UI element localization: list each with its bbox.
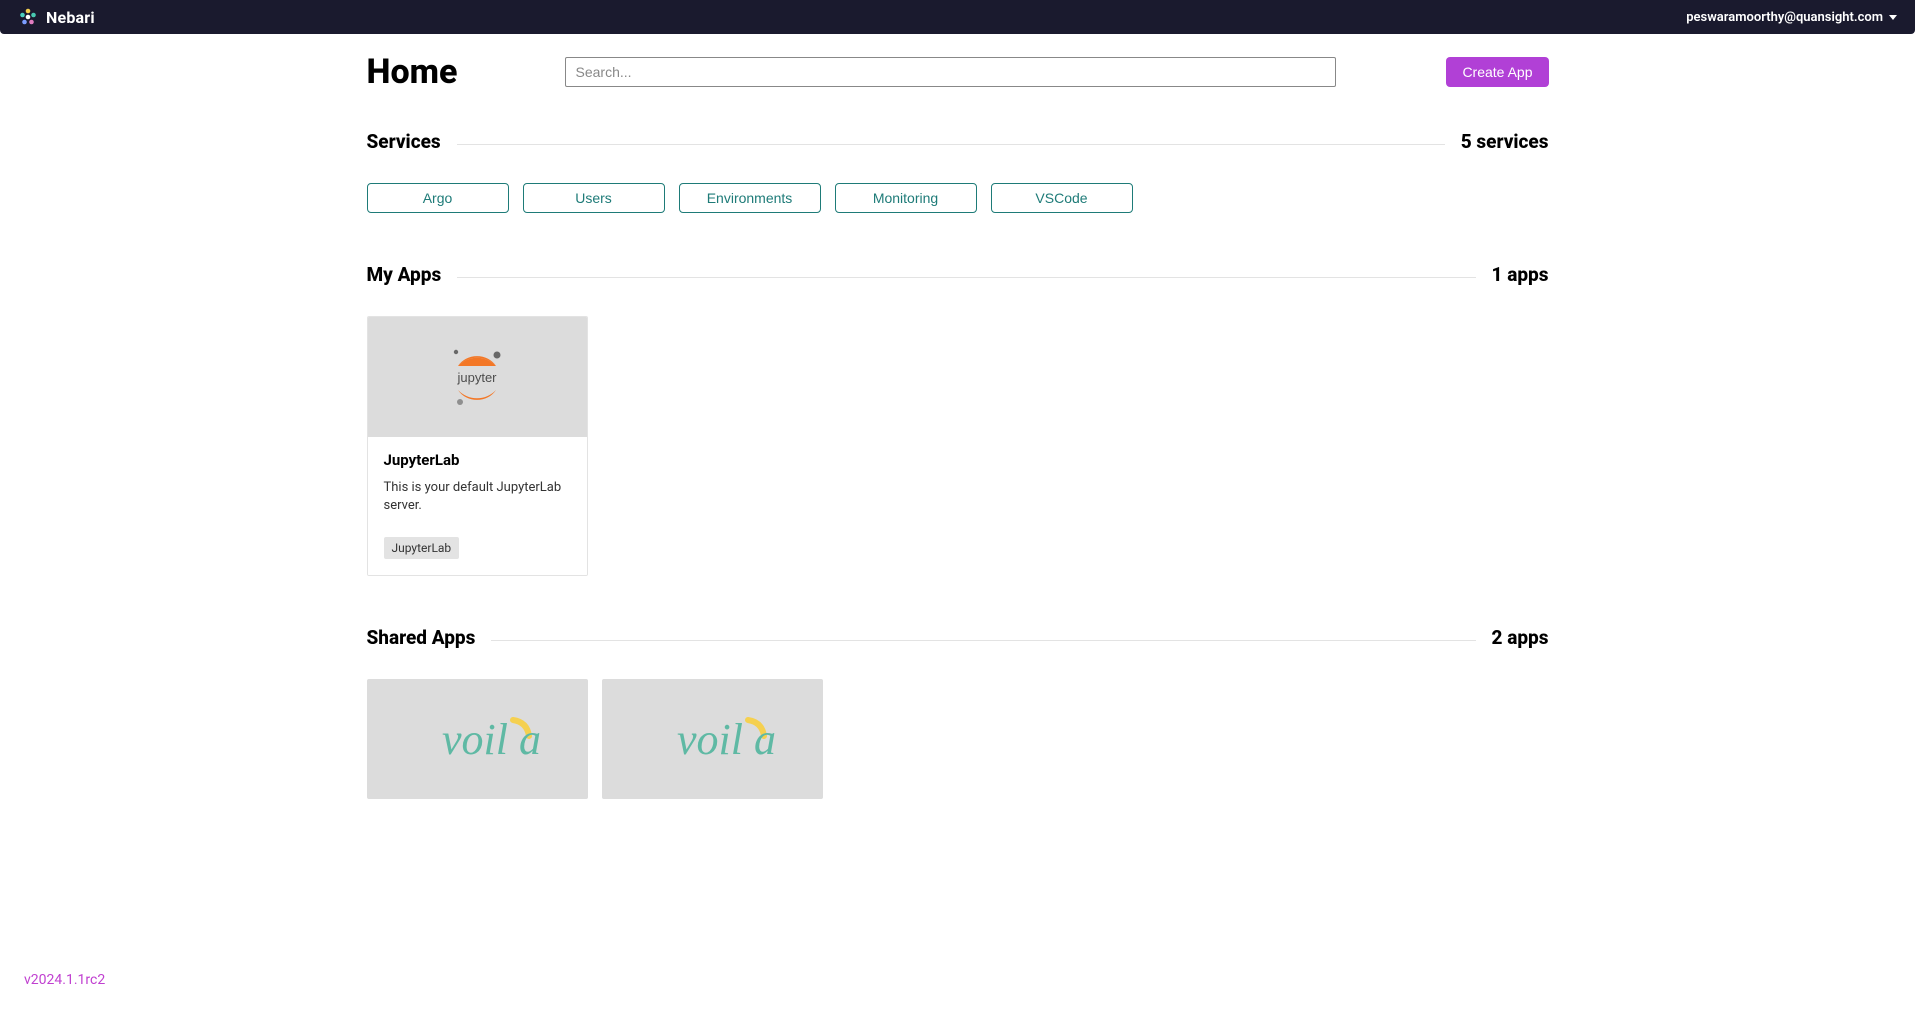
page-title: Home xyxy=(367,52,565,92)
svg-text:a: a xyxy=(754,715,776,764)
service-monitoring[interactable]: Monitoring xyxy=(835,183,977,213)
header-row: Home Create App xyxy=(367,52,1549,92)
nebari-logo-icon xyxy=(18,7,38,27)
service-users[interactable]: Users xyxy=(523,183,665,213)
app-card-body: JupyterLab This is your default JupyterL… xyxy=(368,437,587,575)
app-card-jupyterlab[interactable]: jupyter JupyterLab This is your default … xyxy=(367,316,588,576)
shared-apps-count: 2 apps xyxy=(1492,626,1549,649)
caret-down-icon xyxy=(1889,15,1897,20)
services-header: Services 5 services xyxy=(367,130,1549,153)
app-card-image: jupyter xyxy=(368,317,587,437)
search-box xyxy=(565,57,1337,87)
create-app-button[interactable]: Create App xyxy=(1446,57,1548,87)
divider xyxy=(457,144,1445,145)
svg-text:voil: voil xyxy=(442,715,508,764)
main-container: Home Create App Services 5 services Argo… xyxy=(367,34,1549,799)
voila-icon: voil a xyxy=(397,704,557,774)
service-vscode[interactable]: VSCode xyxy=(991,183,1133,213)
service-argo[interactable]: Argo xyxy=(367,183,509,213)
my-apps-header: My Apps 1 apps xyxy=(367,263,1549,286)
voila-icon: voil a xyxy=(632,704,792,774)
shared-app-card-1[interactable]: voil a xyxy=(602,679,823,799)
app-card-description: This is your default JupyterLab server. xyxy=(384,479,571,515)
my-apps-cards: jupyter JupyterLab This is your default … xyxy=(367,316,1549,576)
svg-text:jupyter: jupyter xyxy=(456,370,497,385)
jupyter-icon: jupyter xyxy=(444,344,510,410)
shared-app-card-0[interactable]: voil a xyxy=(367,679,588,799)
user-email: peswaramoorthy@quansight.com xyxy=(1686,10,1883,25)
my-apps-count: 1 apps xyxy=(1492,263,1549,286)
shared-apps-title: Shared Apps xyxy=(367,626,476,649)
service-buttons: Argo Users Environments Monitoring VSCod… xyxy=(367,183,1549,213)
svg-text:a: a xyxy=(519,715,541,764)
topbar: Nebari peswaramoorthy@quansight.com xyxy=(0,0,1915,34)
app-card-title: JupyterLab xyxy=(384,451,571,469)
services-count: 5 services xyxy=(1461,130,1549,153)
svg-text:voil: voil xyxy=(677,715,743,764)
services-title: Services xyxy=(367,130,441,153)
version-label: v2024.1.1rc2 xyxy=(24,972,105,988)
shared-apps-header: Shared Apps 2 apps xyxy=(367,626,1549,649)
search-input[interactable] xyxy=(565,57,1337,87)
divider xyxy=(457,277,1475,278)
topbar-left: Nebari xyxy=(18,7,95,27)
brand-name: Nebari xyxy=(46,8,95,27)
my-apps-title: My Apps xyxy=(367,263,442,286)
divider xyxy=(491,640,1475,641)
shared-apps-cards: voil a voil a xyxy=(367,679,1549,799)
app-tag: JupyterLab xyxy=(384,537,460,559)
user-menu[interactable]: peswaramoorthy@quansight.com xyxy=(1686,10,1897,25)
service-environments[interactable]: Environments xyxy=(679,183,821,213)
